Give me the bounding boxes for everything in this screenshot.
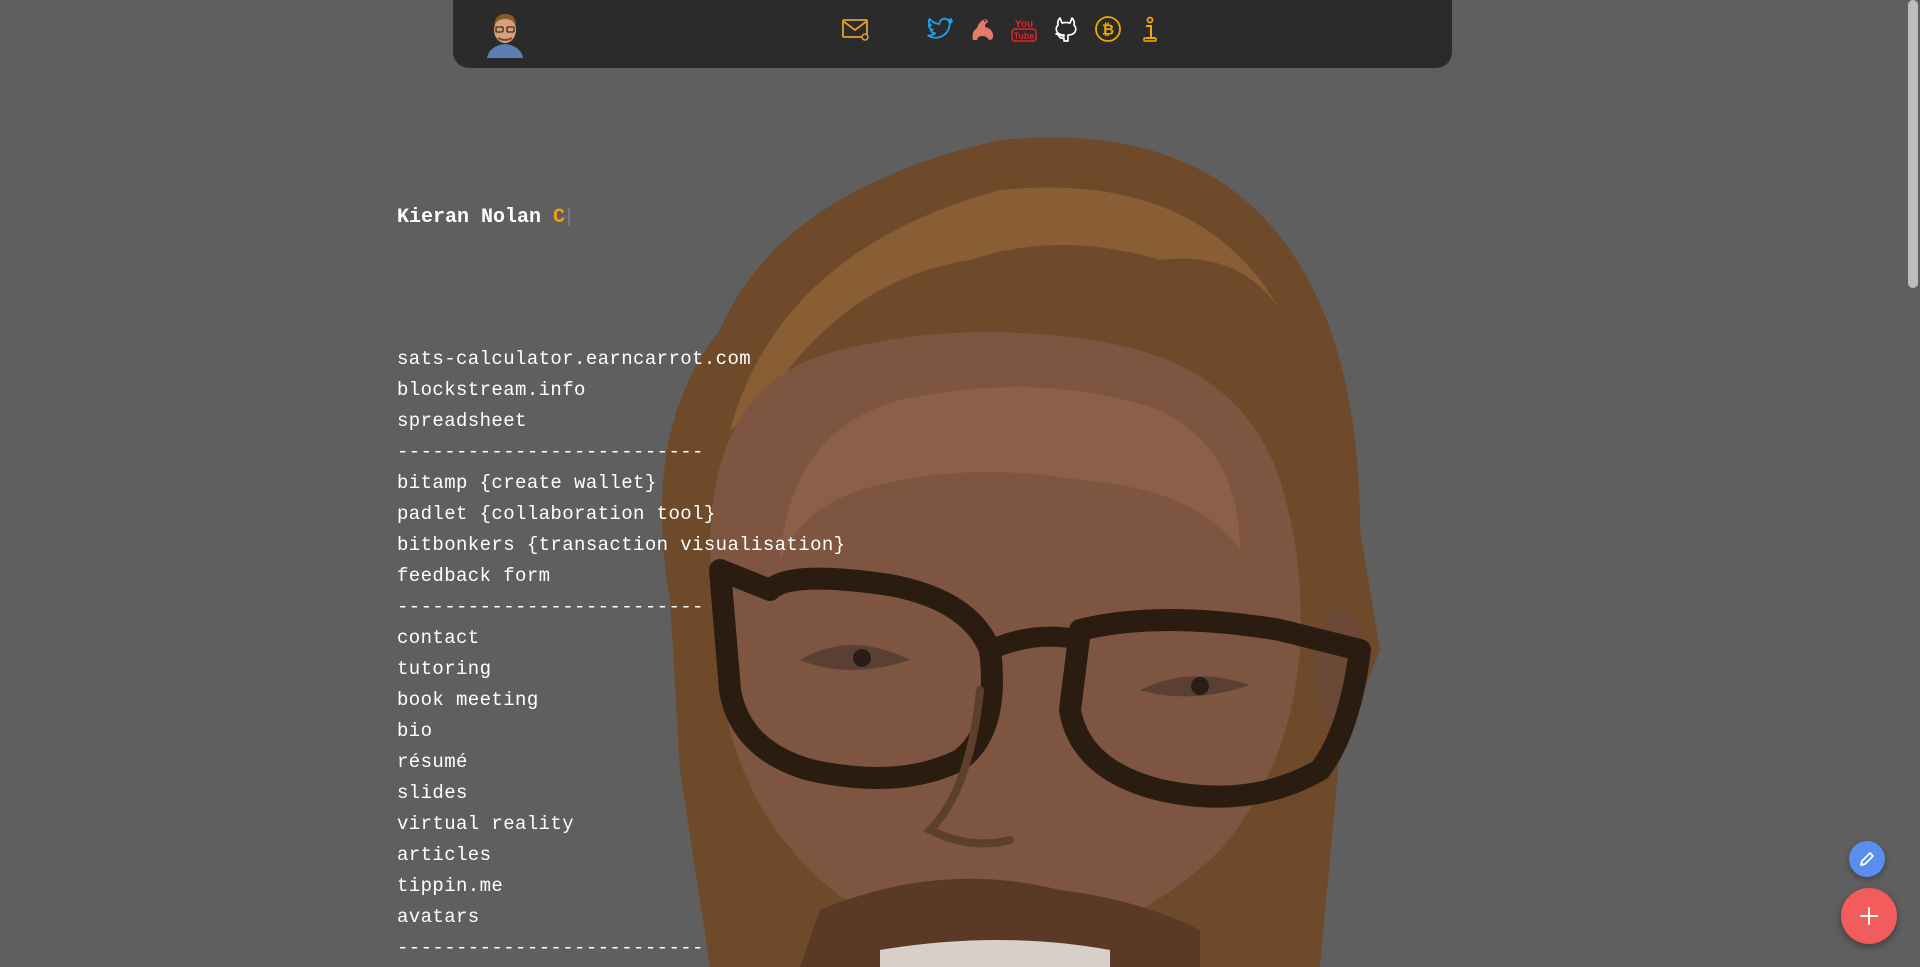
divider: -------------------------- xyxy=(397,937,704,959)
link-bio[interactable]: bio xyxy=(397,720,432,742)
info-icon[interactable] xyxy=(1135,14,1165,44)
link-padlet[interactable]: padlet {collaboration tool} xyxy=(397,503,716,525)
top-bar: You Tube ₿ xyxy=(453,0,1452,68)
add-button[interactable] xyxy=(1841,888,1897,944)
list-item[interactable]: slides xyxy=(397,778,845,809)
list-item[interactable]: book meeting xyxy=(397,685,845,716)
twitter-icon[interactable] xyxy=(925,14,955,44)
link-sats-calculator[interactable]: sats-calculator.earncarrot.com xyxy=(397,348,751,370)
scrollbar[interactable] xyxy=(1906,0,1920,967)
list-item[interactable]: feedback form xyxy=(397,561,845,592)
link-avatars[interactable]: avatars xyxy=(397,906,480,928)
list-item[interactable]: bitamp {create wallet} xyxy=(397,468,845,499)
list-item[interactable]: contact xyxy=(397,623,845,654)
divider: -------------------------- xyxy=(397,441,704,463)
link-blockstream[interactable]: blockstream.info xyxy=(397,379,586,401)
github-icon[interactable] xyxy=(1051,14,1081,44)
list-item[interactable]: articles xyxy=(397,840,845,871)
link-book-meeting[interactable]: book meeting xyxy=(397,689,539,711)
plus-icon xyxy=(1860,907,1878,925)
pencil-icon xyxy=(1860,852,1874,866)
link-virtual-reality[interactable]: virtual reality xyxy=(397,813,574,835)
list-item[interactable]: padlet {collaboration tool} xyxy=(397,499,845,530)
list-item[interactable]: bio xyxy=(397,716,845,747)
svg-text:Tube: Tube xyxy=(1014,31,1035,41)
link-feedback-form[interactable]: feedback form xyxy=(397,565,550,587)
scrollbar-thumb[interactable] xyxy=(1908,0,1918,288)
edit-button[interactable] xyxy=(1849,841,1885,877)
bitcoin-icon[interactable]: ₿ xyxy=(1093,14,1123,44)
link-slides[interactable]: slides xyxy=(397,782,468,804)
text-cursor xyxy=(568,207,571,226)
list-item[interactable]: résumé xyxy=(397,747,845,778)
page-title: Kieran Nolan C xyxy=(397,206,571,229)
link-tippin-me[interactable]: tippin.me xyxy=(397,875,503,897)
link-resume[interactable]: résumé xyxy=(397,751,468,773)
list-item[interactable]: blockstream.info xyxy=(397,375,845,406)
link-bitamp[interactable]: bitamp {create wallet} xyxy=(397,472,657,494)
link-tutoring[interactable]: tutoring xyxy=(397,658,491,680)
link-spreadsheet[interactable]: spreadsheet xyxy=(397,410,527,432)
list-item[interactable]: tippin.me xyxy=(397,871,845,902)
link-bitbonkers[interactable]: bitbonkers {transaction visualisation} xyxy=(397,534,845,556)
accent-mark: C xyxy=(553,206,566,229)
list-item[interactable]: bitbonkers {transaction visualisation} xyxy=(397,530,845,561)
youtube-icon[interactable]: You Tube xyxy=(1009,14,1039,44)
email-icon[interactable] xyxy=(841,14,871,44)
list-item[interactable]: sats-calculator.earncarrot.com xyxy=(397,344,845,375)
list-item[interactable]: avatars xyxy=(397,902,845,933)
list-item[interactable]: virtual reality xyxy=(397,809,845,840)
link-articles[interactable]: articles xyxy=(397,844,491,866)
svg-text:₿: ₿ xyxy=(1102,21,1114,39)
link-list: sats-calculator.earncarrot.com blockstre… xyxy=(397,344,845,964)
nostr-icon[interactable] xyxy=(967,14,997,44)
author-name: Kieran Nolan xyxy=(397,206,542,229)
list-item[interactable]: spreadsheet xyxy=(397,406,845,437)
link-contact[interactable]: contact xyxy=(397,627,480,649)
avatar[interactable] xyxy=(483,8,527,58)
list-item[interactable]: tutoring xyxy=(397,654,845,685)
divider: -------------------------- xyxy=(397,596,704,618)
